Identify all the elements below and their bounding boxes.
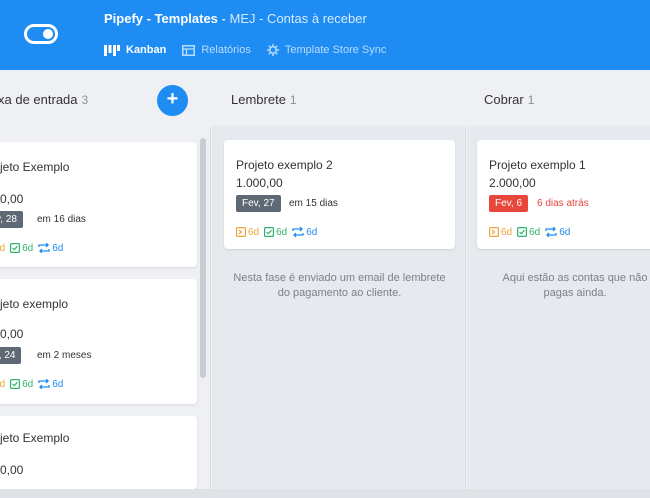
checklist-icon <box>264 227 275 237</box>
pipe-nav: Kanban Relatórios Template Store Sync <box>104 42 402 58</box>
tag-label: 6d <box>501 226 513 238</box>
phase-count: 1 <box>289 93 297 107</box>
tag: 6d <box>236 227 259 238</box>
pipe-title[interactable]: Pipefy - Templates - MEJ - Contas à rece… <box>104 11 367 26</box>
phase-title: Lembrete <box>231 92 286 107</box>
due-text: em 2 meses <box>37 350 92 361</box>
tag: 6d <box>517 227 540 238</box>
tag-label: 6d <box>529 226 541 238</box>
tag-label: 6d <box>0 242 6 254</box>
card[interactable]: Projeto exemplo 2 1.000,00 Fev, 27 em 15… <box>224 140 455 249</box>
phase-description: Aqui estão as contas que não pagas ainda… <box>502 272 648 299</box>
card[interactable]: jeto exemplo 0,00 r, 24 em 2 meses 6d 6d… <box>0 279 197 404</box>
phase-header-lembrete[interactable]: Lembrete 1 <box>231 92 297 107</box>
phase-count: 3 <box>81 93 89 107</box>
tag: 6d <box>545 227 570 238</box>
tag: 6d <box>264 227 287 238</box>
tag: 6d <box>38 379 63 390</box>
phase-header-cobrar[interactable]: Cobrar 1 <box>484 92 534 107</box>
tag-label: 6d <box>22 242 34 254</box>
tag-label: 6d <box>52 242 64 254</box>
due-date-badge: Fev, 27 <box>236 195 281 212</box>
tag: 6d <box>38 243 63 254</box>
card-tags: 6d 6d 6d <box>0 377 68 391</box>
due-date-badge: r, 24 <box>0 347 22 364</box>
card-value: 0,00 <box>0 192 24 206</box>
card-value: 0,00 <box>0 327 24 341</box>
card-value: 2.000,00 <box>489 176 536 190</box>
card-tags: 6d 6d 6d <box>489 225 575 239</box>
nav-kanban[interactable]: Kanban <box>104 44 166 56</box>
card-tags: 6d 6d 6d <box>236 225 322 239</box>
due-date-badge: Fev, 6 <box>489 195 529 212</box>
nav-template-store-sync-label: Template Store Sync <box>284 44 387 56</box>
repeat-icon <box>38 379 50 389</box>
card[interactable]: jeto Exemplo 0,00 <box>0 416 197 489</box>
card-title: jeto Exemplo <box>0 431 70 445</box>
phase-divider <box>210 128 211 488</box>
tag-label: 6d <box>52 378 64 390</box>
title-separator: - <box>221 11 226 26</box>
checklist-icon <box>10 379 21 389</box>
card[interactable]: jeto Exemplo 0,00 v, 28 em 16 dias 6d 6d… <box>0 142 197 267</box>
card-title: jeto Exemplo <box>0 160 70 174</box>
phase-description: Nesta fase é enviado um email de lembret… <box>233 272 446 299</box>
tag-label: 6d <box>248 226 260 238</box>
card[interactable]: Projeto exemplo 1 2.000,00 Fev, 6 6 dias… <box>477 140 650 249</box>
nav-reports-label: Relatórios <box>201 44 251 56</box>
time-icon <box>489 227 499 237</box>
report-icon <box>182 44 196 56</box>
horizontal-scrollbar[interactable] <box>0 489 650 498</box>
checklist-icon <box>517 227 528 237</box>
tag: 6d <box>489 227 512 238</box>
nav-template-store-sync[interactable]: Template Store Sync <box>266 44 387 56</box>
repeat-icon <box>545 227 557 237</box>
tag: 6d <box>0 243 5 254</box>
tag-label: 6d <box>0 378 6 390</box>
top-bar: Pipefy - Templates - MEJ - Contas à rece… <box>0 0 650 70</box>
add-card-button[interactable]: + <box>157 85 188 116</box>
due-text: em 15 dias <box>289 198 338 209</box>
repeat-icon <box>38 243 50 253</box>
phase-header-inbox[interactable]: xa de entrada 3 <box>0 92 88 107</box>
checklist-icon <box>10 243 21 253</box>
column-scrollbar[interactable] <box>200 138 206 378</box>
tag-label: 6d <box>276 226 288 238</box>
tag-label: 6d <box>22 378 34 390</box>
nav-reports[interactable]: Relatórios <box>182 44 251 56</box>
card-value: 0,00 <box>0 463 24 477</box>
due-text: 6 dias atrás <box>537 198 589 209</box>
due-date-badge: v, 28 <box>0 211 23 228</box>
repeat-icon <box>292 227 304 237</box>
time-icon <box>236 227 246 237</box>
tag: 6d <box>0 379 5 390</box>
due-text: em 16 dias <box>37 214 86 225</box>
nav-kanban-label: Kanban <box>126 44 167 56</box>
tag-label: 6d <box>306 226 318 238</box>
card-title: Projeto exemplo 2 <box>236 158 333 172</box>
phase-count: 1 <box>527 93 535 107</box>
app-name: Pipefy - Templates <box>104 11 218 26</box>
tag: 6d <box>292 227 317 238</box>
card-title: jeto exemplo <box>0 297 69 311</box>
kanban-icon <box>104 44 120 56</box>
pipefy-logo-icon[interactable] <box>24 24 58 44</box>
sync-gear-icon <box>266 44 279 56</box>
phase-title: Cobrar <box>484 92 524 107</box>
phase-title: xa de entrada <box>0 92 78 107</box>
tag-label: 6d <box>559 226 571 238</box>
card-tags: 6d 6d 6d <box>0 241 68 255</box>
card-title: Projeto exemplo 1 <box>489 158 586 172</box>
tag: 6d <box>10 379 33 390</box>
tag: 6d <box>10 243 33 254</box>
phase-divider <box>465 128 466 488</box>
card-value: 1.000,00 <box>236 176 283 190</box>
pipe-name: MEJ - Contas à receber <box>229 11 367 26</box>
